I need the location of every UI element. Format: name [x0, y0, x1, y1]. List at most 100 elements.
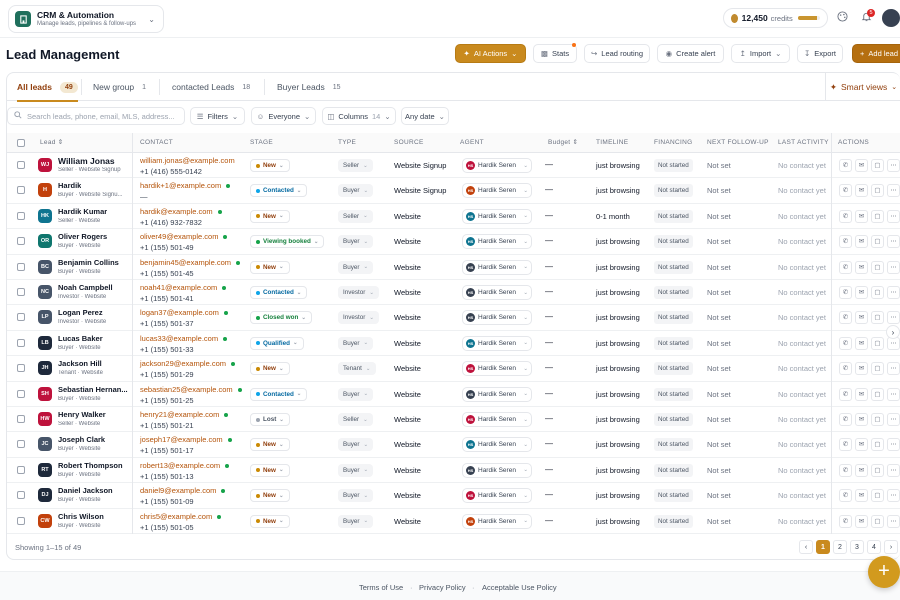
agent-dropdown[interactable]: HS Hardik Seren ⌄ [462, 234, 532, 250]
page-button-4[interactable]: 4 [867, 540, 881, 554]
import-button[interactable]: ↥ Import ⌄ [731, 44, 790, 63]
lead-email[interactable]: jackson29@example.com [140, 359, 235, 368]
row-checkbox[interactable] [17, 491, 25, 500]
mail-icon[interactable]: ✉ [855, 209, 868, 223]
mail-icon[interactable]: ✉ [855, 286, 868, 299]
lead-email[interactable]: noah41@example.com [140, 283, 227, 292]
phone-icon[interactable]: ✆ [839, 463, 852, 477]
type-dropdown[interactable]: Buyer ⌄ [338, 336, 374, 350]
lead-name[interactable]: Sebastian Hernan... [58, 385, 128, 394]
stage-dropdown[interactable]: Contacted ⌄ [250, 184, 308, 198]
table-row[interactable]: DJ Daniel Jackson Buyer · Website daniel9@e… [7, 483, 900, 509]
palette-icon[interactable] [835, 11, 849, 25]
more-icon[interactable]: ⋯ [887, 489, 900, 503]
lead-name[interactable]: Noah Campbell [58, 283, 113, 292]
column-header-budget[interactable]: Budget ⇕ [548, 133, 578, 153]
type-dropdown[interactable]: Seller ⌄ [338, 159, 373, 172]
lead-email[interactable]: logan37@example.com [140, 308, 228, 317]
message-icon[interactable]: ▢ [871, 159, 884, 172]
stage-dropdown[interactable]: Viewing booked ⌄ [250, 235, 325, 249]
message-icon[interactable]: ▢ [871, 311, 884, 325]
more-icon[interactable]: ⋯ [887, 362, 900, 376]
column-header-lead[interactable]: Lead ⇕ [40, 133, 64, 153]
more-icon[interactable]: ⋯ [887, 260, 900, 274]
smart-views-button[interactable]: ✦ Smart views ⌄ [825, 73, 900, 101]
message-icon[interactable]: ▢ [871, 489, 884, 503]
row-checkbox[interactable] [17, 288, 25, 296]
lead-name[interactable]: Henry Walker [58, 410, 106, 419]
agent-dropdown[interactable]: HS Hardik Seren ⌄ [462, 513, 532, 529]
lead-email[interactable]: joseph17@example.com [140, 435, 232, 444]
lead-email[interactable]: daniel9@example.com [140, 486, 226, 495]
type-dropdown[interactable]: Buyer ⌄ [338, 514, 374, 528]
type-dropdown[interactable]: Investor ⌄ [338, 286, 380, 299]
date-dropdown[interactable]: Any date ⌄ [401, 107, 449, 125]
message-icon[interactable]: ▢ [871, 286, 884, 299]
mail-icon[interactable]: ✉ [855, 235, 868, 249]
message-icon[interactable]: ▢ [871, 184, 884, 198]
tab-contacted-leads[interactable]: contacted Leads 18 [172, 73, 250, 101]
plus-icon[interactable]: + [868, 556, 900, 588]
agent-dropdown[interactable]: HS Hardik Seren ⌄ [462, 488, 532, 504]
row-checkbox[interactable] [17, 338, 25, 347]
row-checkbox[interactable] [17, 389, 25, 398]
mail-icon[interactable]: ✉ [855, 362, 868, 376]
row-checkbox[interactable] [17, 440, 25, 449]
stage-dropdown[interactable]: New ⌄ [250, 159, 290, 172]
more-icon[interactable]: ⋯ [887, 514, 900, 528]
lead-name[interactable]: Daniel Jackson [58, 486, 113, 495]
more-icon[interactable]: ⋯ [887, 235, 900, 249]
columns-button[interactable]: ◫ Columns 14 ⌄ [322, 107, 396, 125]
agent-dropdown[interactable]: HS Hardik Seren ⌄ [462, 386, 532, 402]
type-dropdown[interactable]: Buyer ⌄ [338, 184, 374, 198]
mail-icon[interactable]: ✉ [855, 413, 868, 426]
mail-icon[interactable]: ✉ [855, 489, 868, 503]
acceptable-use-link[interactable]: Acceptable Use Policy [482, 583, 557, 592]
phone-icon[interactable]: ✆ [839, 311, 852, 325]
table-row[interactable]: OR Oliver Rogers Buyer · Website oliver49@e… [7, 229, 900, 255]
mail-icon[interactable]: ✉ [855, 463, 868, 477]
lead-email[interactable]: henry21@example.com [140, 410, 229, 419]
phone-icon[interactable]: ✆ [839, 336, 852, 350]
message-icon[interactable]: ▢ [871, 514, 884, 528]
privacy-link[interactable]: Privacy Policy [419, 583, 466, 592]
workspace-switcher[interactable]: CRM & Automation Manage leads, pipelines… [8, 5, 164, 33]
stage-dropdown[interactable]: Qualified ⌄ [250, 336, 304, 350]
more-icon[interactable]: ⋯ [887, 463, 900, 477]
terms-link[interactable]: Terms of Use [359, 583, 403, 592]
stage-dropdown[interactable]: Closed won ⌄ [250, 311, 312, 325]
stage-dropdown[interactable]: Contacted ⌄ [250, 387, 308, 401]
message-icon[interactable]: ▢ [871, 362, 884, 376]
table-row[interactable]: RT Robert Thompson Buyer · Website robert13… [7, 458, 900, 484]
more-icon[interactable]: ⋯ [887, 387, 900, 401]
more-icon[interactable]: ⋯ [887, 159, 900, 172]
stage-dropdown[interactable]: New ⌄ [250, 438, 290, 452]
table-row[interactable]: NC Noah Campbell Investor · Website noah41@… [7, 280, 900, 306]
credits-pill[interactable]: 12,450 credits [723, 8, 828, 28]
table-row[interactable]: H Hardik Buyer · Website Signu... hardik+1@… [7, 178, 900, 204]
phone-icon[interactable]: ✆ [839, 362, 852, 376]
type-dropdown[interactable]: Buyer ⌄ [338, 235, 374, 249]
agent-dropdown[interactable]: HS Hardik Seren ⌄ [462, 310, 532, 326]
type-dropdown[interactable]: Buyer ⌄ [338, 260, 374, 274]
table-row[interactable]: LP Logan Perez Investor · Website logan37@e… [7, 305, 900, 331]
phone-icon[interactable]: ✆ [839, 184, 852, 198]
phone-icon[interactable]: ✆ [839, 489, 852, 503]
table-row[interactable]: HK Hardik Kumar Seller · Website hardik@exa… [7, 204, 900, 230]
message-icon[interactable]: ▢ [871, 387, 884, 401]
more-icon[interactable]: ⋯ [887, 311, 900, 325]
mail-icon[interactable]: ✉ [855, 514, 868, 528]
message-icon[interactable]: ▢ [871, 260, 884, 274]
lead-name[interactable]: William Jonas [58, 156, 115, 166]
lead-email[interactable]: benjamin45@example.com [140, 258, 240, 267]
table-row[interactable]: SH Sebastian Hernan... Buyer · Website seba… [7, 382, 900, 407]
stage-dropdown[interactable]: New ⌄ [250, 362, 290, 376]
create-alert-button[interactable]: ◉ Create alert [657, 44, 724, 63]
stage-dropdown[interactable]: New ⌄ [250, 514, 290, 528]
agent-dropdown[interactable]: HS Hardik Seren ⌄ [462, 412, 532, 427]
user-avatar[interactable] [882, 9, 900, 27]
lead-email[interactable]: robert13@example.com [140, 461, 230, 470]
row-checkbox[interactable] [17, 262, 25, 271]
more-icon[interactable]: ⋯ [887, 209, 900, 223]
row-checkbox[interactable] [17, 161, 25, 169]
